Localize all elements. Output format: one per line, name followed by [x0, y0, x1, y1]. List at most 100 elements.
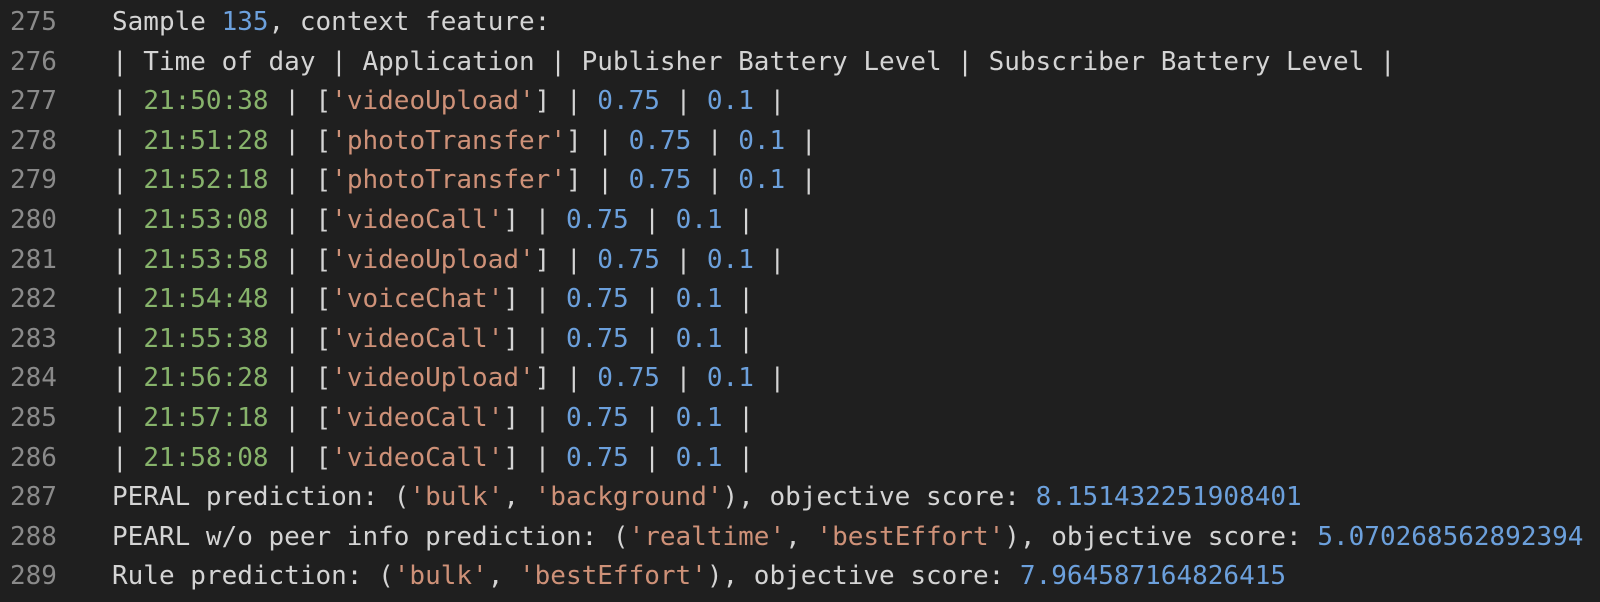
code-token: 'videoCall'	[331, 442, 504, 473]
code-token: ] |	[503, 402, 566, 433]
code-token: | [	[268, 402, 332, 433]
code-token: |	[112, 323, 144, 354]
line-number: 288	[10, 521, 57, 552]
code-line[interactable]: 276 | Time of day | Application | Publish…	[0, 43, 1600, 83]
code-token: 'videoCall'	[331, 402, 504, 433]
code-token: |	[659, 86, 707, 117]
code-token: 21:51:28	[143, 125, 269, 156]
code-token: |	[785, 165, 817, 196]
code-token: ] |	[534, 244, 598, 275]
line-number: 289	[10, 561, 57, 592]
code-line[interactable]: 277 | 21:50:38 | ['videoUpload'] | 0.75 |…	[0, 82, 1600, 122]
code-token: 0.75	[628, 165, 692, 196]
code-line[interactable]: 287 PERAL prediction: ('bulk', 'backgroun…	[0, 478, 1600, 518]
code-text: PEARL w/o peer info prediction: ('realti…	[112, 518, 1600, 558]
code-token: 'bestEffort'	[816, 521, 1005, 552]
code-token: 0.1	[675, 402, 723, 433]
code-token: |	[722, 204, 754, 235]
code-line[interactable]: 288 PEARL w/o peer info prediction: ('rea…	[0, 518, 1600, 558]
code-token: 0.75	[597, 86, 660, 117]
line-number: 285	[10, 402, 57, 433]
code-text: | 21:56:28 | ['videoUpload'] | 0.75 | 0.…	[112, 359, 1600, 399]
code-token: |	[753, 244, 786, 275]
code-token: 21:58:08	[143, 442, 269, 473]
code-token: 21:53:08	[143, 204, 269, 235]
code-token: |	[628, 284, 676, 315]
code-token: |	[722, 284, 754, 315]
code-token: 0.75	[565, 204, 629, 235]
line-number: 278	[10, 125, 57, 156]
code-line[interactable]: 289 Rule prediction: ('bulk', 'bestEffort…	[0, 557, 1600, 597]
code-line[interactable]: 285 | 21:57:18 | ['videoCall'] | 0.75 | 0…	[0, 399, 1600, 439]
code-token: 'bestEffort'	[519, 561, 707, 592]
code-text: PERAL prediction: ('bulk', 'background')…	[112, 478, 1600, 518]
code-token: ] |	[503, 204, 566, 235]
code-token: 'videoUpload'	[331, 86, 535, 117]
code-token: | [	[268, 284, 332, 315]
code-line[interactable]: 278 | 21:51:28 | ['photoTransfer'] | 0.75…	[0, 122, 1600, 162]
code-line[interactable]: 281 | 21:53:58 | ['videoUpload'] | 0.75 |…	[0, 241, 1600, 281]
code-token: 'videoCall'	[331, 323, 504, 354]
code-token: 0.1	[675, 204, 723, 235]
code-token: |	[691, 125, 739, 156]
code-token: 21:54:48	[143, 284, 269, 315]
code-token: ), objective score:	[722, 482, 1036, 513]
line-number: 280	[10, 204, 57, 235]
code-token: 21:53:58	[143, 244, 269, 275]
line-number: 284	[10, 363, 57, 394]
code-token: 'bulk'	[393, 561, 488, 592]
code-token: |	[722, 323, 754, 354]
line-number: 287	[10, 482, 57, 513]
code-token: |	[628, 204, 676, 235]
code-token: 0.1	[706, 86, 754, 117]
code-token: |	[659, 244, 707, 275]
code-text: | 21:51:28 | ['photoTransfer'] | 0.75 | …	[112, 122, 1600, 162]
code-text: | 21:53:08 | ['videoCall'] | 0.75 | 0.1 …	[112, 201, 1600, 241]
code-token: |	[112, 86, 144, 117]
code-token: 0.1	[706, 244, 754, 275]
code-token: PEARL w/o peer info prediction: (	[112, 521, 629, 552]
line-number: 275	[10, 7, 57, 37]
code-token: 'realtime'	[628, 521, 786, 552]
code-token: ,	[503, 482, 535, 513]
code-line[interactable]: 284 | 21:56:28 | ['videoUpload'] | 0.75 |…	[0, 359, 1600, 399]
code-text: | 21:54:48 | ['voiceChat'] | 0.75 | 0.1 …	[112, 280, 1600, 320]
code-token: |	[753, 363, 786, 394]
code-token: 'bulk'	[409, 482, 504, 513]
code-token: | [	[268, 165, 332, 196]
code-token: |	[112, 442, 144, 473]
code-line[interactable]: 280 | 21:53:08 | ['videoCall'] | 0.75 | 0…	[0, 201, 1600, 241]
line-number: 276	[10, 46, 57, 77]
code-token: |	[112, 402, 144, 433]
code-token: 'photoTransfer'	[331, 125, 566, 156]
code-token: 0.75	[565, 284, 629, 315]
code-text: | 21:50:38 | ['videoUpload'] | 0.75 | 0.…	[112, 82, 1600, 122]
code-text: | 21:53:58 | ['videoUpload'] | 0.75 | 0.…	[112, 241, 1600, 281]
code-token: 8.151432251908401	[1035, 482, 1302, 513]
code-token: 'voiceChat'	[331, 284, 504, 315]
code-text: | 21:57:18 | ['videoCall'] | 0.75 | 0.1 …	[112, 399, 1600, 439]
code-token: | [	[268, 363, 332, 394]
code-line[interactable]: 279 | 21:52:18 | ['photoTransfer'] | 0.75…	[0, 161, 1600, 201]
code-line[interactable]: 283 | 21:55:38 | ['videoCall'] | 0.75 | 0…	[0, 320, 1600, 360]
line-number: 282	[10, 284, 57, 315]
code-text: Rule prediction: ('bulk', 'bestEffort'),…	[112, 557, 1600, 597]
code-token: 'videoCall'	[331, 204, 504, 235]
code-token: | [	[268, 86, 332, 117]
line-number: 286	[10, 442, 57, 473]
code-editor[interactable]: 275 Sample 135, context feature: 276 | Time…	[0, 0, 1600, 602]
code-token: | Time of day | Application | Publisher …	[112, 46, 1396, 77]
code-line[interactable]: 282 | 21:54:48 | ['voiceChat'] | 0.75 | 0…	[0, 280, 1600, 320]
code-token: ,	[487, 561, 519, 592]
code-token: PERAL prediction: (	[112, 482, 410, 513]
code-token: |	[112, 165, 144, 196]
code-token: | [	[268, 244, 332, 275]
code-line[interactable]: 275 Sample 135, context feature:	[0, 3, 1600, 43]
code-token: |	[659, 363, 707, 394]
code-token: ] |	[534, 363, 598, 394]
code-token: 'videoUpload'	[331, 244, 535, 275]
code-line[interactable]: 286 | 21:58:08 | ['videoCall'] | 0.75 | 0…	[0, 439, 1600, 479]
code-token: |	[753, 86, 786, 117]
code-token: ] |	[565, 125, 629, 156]
code-token: |	[785, 125, 817, 156]
